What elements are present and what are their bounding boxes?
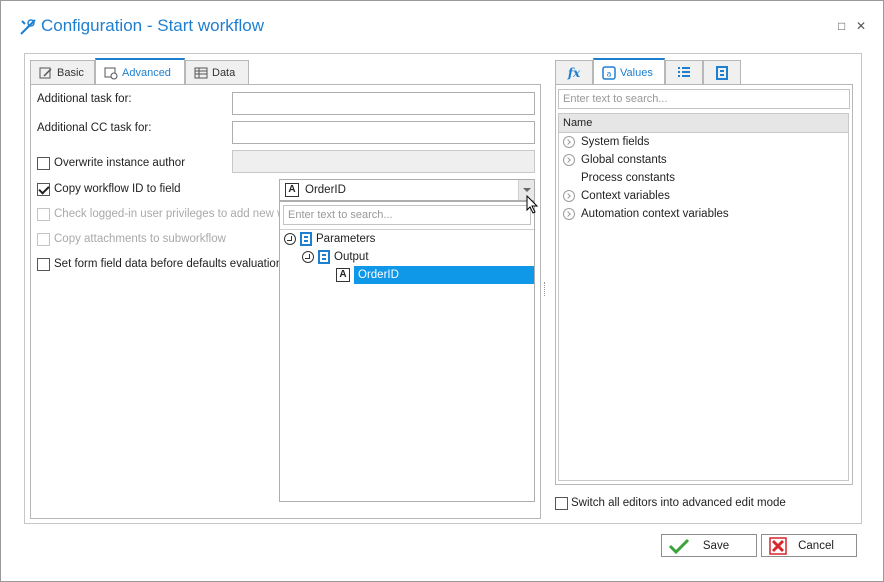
values-icon: a — [602, 65, 616, 80]
tab-functions[interactable]: fx — [555, 60, 593, 85]
list-icon — [678, 67, 690, 77]
values-search-input[interactable]: Enter text to search... — [558, 89, 850, 109]
cancel-label: Cancel — [798, 539, 834, 552]
list-item-global-constants[interactable]: Global constants — [563, 151, 667, 169]
collapse-icon[interactable] — [302, 251, 314, 263]
cancel-button[interactable]: Cancel — [761, 534, 857, 557]
expand-icon[interactable] — [563, 136, 575, 148]
tab-data[interactable]: Data — [185, 60, 249, 85]
expand-icon[interactable] — [563, 190, 575, 202]
overwrite-author-label: Overwrite instance author — [54, 157, 186, 169]
tab-values[interactable]: a Values — [593, 58, 665, 85]
group-icon — [300, 232, 312, 246]
additional-cc-label: Additional CC task for: — [37, 122, 152, 134]
tree-item-parameters[interactable]: Parameters — [284, 230, 375, 248]
copy-workflow-id-checkbox[interactable] — [37, 183, 50, 196]
tab-advanced-label: Advanced — [122, 66, 171, 79]
tree-label: Output — [334, 251, 369, 263]
svg-text:a: a — [607, 69, 612, 78]
expand-icon[interactable] — [563, 208, 575, 220]
additional-task-label: Additional task for: — [37, 93, 132, 105]
list-item-process-constants[interactable]: Process constants — [563, 169, 675, 187]
text-type-icon: A — [285, 183, 299, 197]
tab-values-label: Values — [620, 66, 653, 79]
tab-advanced[interactable]: Advanced — [95, 58, 185, 85]
instance-author-input — [232, 150, 535, 173]
field-picker-value: OrderID — [305, 184, 346, 196]
tab-basic-label: Basic — [57, 67, 84, 79]
close-button[interactable]: ✕ — [856, 19, 866, 33]
expand-icon[interactable] — [563, 154, 575, 166]
copy-workflow-id-label: Copy workflow ID to field — [54, 183, 181, 195]
copy-attachments-checkbox — [37, 233, 50, 246]
config-dialog: Configuration - Start workflow □ ✕ Basic… — [0, 0, 884, 582]
overwrite-author-checkbox[interactable] — [37, 157, 50, 170]
additional-cc-input[interactable] — [232, 121, 535, 144]
field-picker-dropdown: Enter text to search... Parameters Outpu… — [279, 201, 535, 502]
tree-label-selected: OrderID — [354, 266, 534, 284]
tab-data-label: Data — [212, 67, 236, 79]
pane-splitter[interactable] — [544, 282, 546, 296]
set-form-field-label: Set form field data before defaults eval… — [54, 258, 280, 270]
wrench-icon — [20, 19, 36, 35]
list-item-label: System fields — [581, 136, 650, 148]
function-icon: fx — [567, 66, 581, 80]
name-column-header[interactable]: Name — [558, 113, 849, 133]
check-privileges-checkbox — [37, 208, 50, 221]
advanced-mode-checkbox[interactable] — [555, 497, 568, 510]
additional-task-input[interactable] — [232, 92, 535, 115]
list-item-automation-context[interactable]: Automation context variables — [563, 205, 729, 223]
tree-label: Parameters — [316, 233, 376, 245]
list-item-label: Process constants — [581, 172, 675, 184]
mouse-cursor-icon — [526, 195, 539, 214]
collapse-icon[interactable] — [284, 233, 296, 245]
tree-item-orderid[interactable]: A OrderID — [336, 266, 534, 284]
list-item-label: Global constants — [581, 154, 667, 166]
cancel-x-icon — [769, 536, 787, 555]
save-label: Save — [702, 539, 730, 552]
form-icon — [716, 66, 728, 80]
field-picker-combo[interactable]: A OrderID — [279, 179, 535, 201]
tab-list[interactable] — [665, 60, 703, 85]
gear-form-icon — [104, 67, 118, 79]
save-button[interactable]: Save — [661, 534, 757, 557]
set-form-field-checkbox[interactable] — [37, 258, 50, 271]
group-icon — [318, 250, 330, 264]
list-item-system-fields[interactable]: System fields — [563, 133, 649, 151]
tab-form[interactable] — [703, 60, 741, 85]
tree-item-output[interactable]: Output — [302, 248, 369, 266]
text-type-icon: A — [336, 268, 350, 282]
list-item-context-variables[interactable]: Context variables — [563, 187, 670, 205]
check-privileges-label: Check logged-in user privileges to add n… — [54, 208, 296, 220]
checkmark-icon — [668, 538, 690, 554]
dialog-title: Configuration - Start workflow — [41, 16, 264, 35]
maximize-button[interactable]: □ — [838, 19, 845, 33]
list-item-label: Automation context variables — [581, 208, 729, 220]
list-item-label: Context variables — [581, 190, 670, 202]
field-search-input[interactable]: Enter text to search... — [283, 205, 531, 225]
title-bar: Configuration - Start workflow □ ✕ — [1, 1, 883, 51]
tab-basic[interactable]: Basic — [30, 60, 95, 85]
advanced-mode-label: Switch all editors into advanced edit mo… — [571, 497, 786, 509]
copy-attachments-label: Copy attachments to subworkflow — [54, 233, 226, 245]
pencil-icon — [39, 67, 52, 79]
table-icon — [194, 67, 208, 79]
